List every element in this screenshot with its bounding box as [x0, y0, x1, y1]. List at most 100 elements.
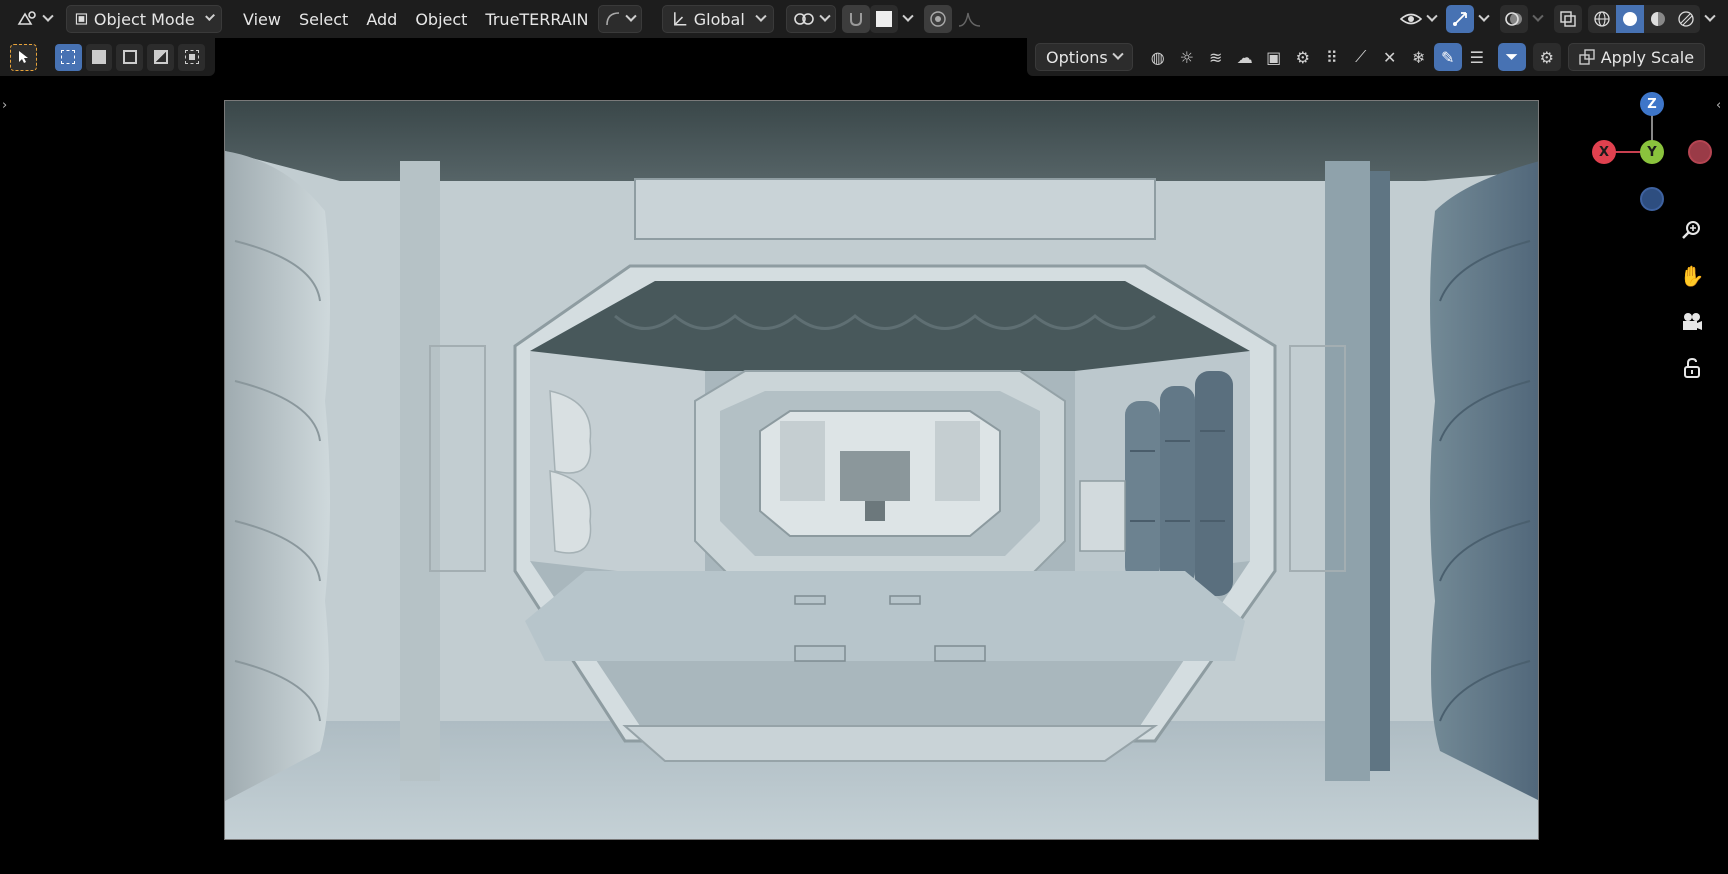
zoom-icon[interactable]: [1674, 212, 1710, 248]
chevron-down-icon: [1478, 10, 1490, 22]
menu-add[interactable]: Add: [357, 5, 406, 33]
settings-gear-icon[interactable]: ⚙: [1532, 43, 1561, 71]
gizmo-toggle[interactable]: [1446, 5, 1474, 33]
proportional-circle-icon: [929, 11, 946, 27]
chevron-down-icon: [1112, 48, 1124, 60]
active-tool-button[interactable]: [10, 43, 37, 71]
bone-icon[interactable]: ⟋: [1347, 43, 1375, 71]
editor-type-button[interactable]: [8, 5, 60, 33]
gizmo-z-axis[interactable]: Z: [1640, 92, 1664, 116]
snapping-pivot-button[interactable]: [785, 5, 836, 33]
shading-dropdown[interactable]: [1700, 5, 1720, 33]
apply-scale-button[interactable]: Apply Scale: [1567, 43, 1706, 71]
orientation-label: Global: [693, 9, 745, 29]
visibility-selector[interactable]: [1396, 5, 1440, 33]
mode-label: Object Mode: [93, 9, 195, 29]
mode-selector[interactable]: Object Mode: [66, 5, 222, 33]
box-select-icon: [61, 50, 76, 64]
proportional-falloff-button[interactable]: [952, 5, 988, 33]
orientation-axes-icon: [673, 12, 686, 26]
square-icon: [875, 11, 892, 27]
apply-scale-label: Apply Scale: [1600, 47, 1695, 67]
chevron-down-icon: [818, 10, 831, 22]
select-mode-extend[interactable]: [85, 43, 113, 71]
chevron-down-icon: [1426, 10, 1438, 22]
gizmo-dropdown[interactable]: [1474, 5, 1494, 33]
sun-icon[interactable]: ☼: [1173, 43, 1201, 71]
chevron-down-icon: [42, 10, 54, 22]
options-dropdown[interactable]: Options: [1035, 43, 1133, 71]
menu-select[interactable]: Select: [290, 5, 357, 33]
cursor-select-icon: [19, 51, 29, 63]
chevron-down-icon: [901, 10, 914, 22]
3d-viewport[interactable]: › ‹ Z Y X ✋: [0, 76, 1728, 874]
scale-icon: [1579, 49, 1595, 65]
tool-settings-left: [0, 38, 215, 76]
transform-orientation-selector[interactable]: Global: [661, 5, 774, 33]
lock-icon[interactable]: [1674, 350, 1710, 386]
gizmo-neg-z-axis[interactable]: [1640, 187, 1664, 211]
chevron-down-icon: [204, 11, 215, 22]
camera-icon[interactable]: ▣: [1260, 43, 1288, 71]
chevron-down-icon: [624, 10, 637, 22]
gizmo-icon: [1453, 12, 1467, 26]
overlays-dropdown[interactable]: [1528, 5, 1548, 33]
snowflake-icon[interactable]: ❄: [1405, 43, 1433, 71]
gear-icon[interactable]: ⚙: [1289, 43, 1317, 71]
corridor-scene-render: [225, 101, 1538, 839]
solid-sphere-icon: [1623, 12, 1637, 26]
camera-view[interactable]: [224, 100, 1539, 840]
toolbar-expand-arrow[interactable]: ›: [2, 98, 7, 113]
eye-icon: [1400, 13, 1422, 25]
cloud-icon[interactable]: ☁: [1231, 43, 1259, 71]
hand-pan-icon[interactable]: ✋: [1674, 258, 1710, 294]
chevron-down-icon: [1532, 10, 1544, 22]
link-icon: [793, 13, 814, 25]
intersect-select-icon: [184, 50, 199, 64]
wrench-icon[interactable]: ✎: [1433, 43, 1462, 71]
overlays-toggle[interactable]: [1500, 5, 1528, 33]
select-mode-intersect[interactable]: [178, 43, 206, 71]
proportional-editing-toggle[interactable]: [923, 5, 952, 33]
rendered-sphere-icon: [1678, 11, 1694, 27]
gizmo-y-axis[interactable]: Y: [1640, 140, 1664, 164]
shading-material[interactable]: [1644, 5, 1672, 33]
pivot-icon: [605, 12, 619, 26]
shading-rendered[interactable]: [1672, 5, 1700, 33]
select-mode-subtract[interactable]: [116, 43, 144, 71]
overlays-icon: [1505, 12, 1522, 26]
viewport-header: Object Mode View Select Add Object TrueT…: [0, 0, 1728, 38]
sidebar-expand-arrow[interactable]: ‹: [1716, 98, 1721, 113]
snap-target-button[interactable]: [869, 5, 898, 33]
options-label: Options: [1046, 47, 1108, 67]
transform-pivot-button[interactable]: [597, 5, 642, 33]
filter-icon[interactable]: ⏷: [1497, 43, 1526, 71]
select-mode-invert[interactable]: [147, 43, 175, 71]
armature-icon[interactable]: ✕: [1376, 43, 1404, 71]
chevron-down-icon: [1704, 10, 1716, 22]
force-field-icon[interactable]: ≋: [1202, 43, 1230, 71]
object-mode-icon: [75, 13, 88, 25]
menu-view[interactable]: View: [234, 5, 290, 33]
gizmo-x-axis[interactable]: X: [1592, 140, 1616, 164]
shading-solid[interactable]: [1616, 5, 1644, 33]
dots-grid-icon[interactable]: ⠿: [1318, 43, 1346, 71]
camera-view-icon[interactable]: [1674, 304, 1710, 340]
list-icon[interactable]: ☰: [1463, 43, 1491, 71]
snap-toggle[interactable]: [841, 5, 870, 33]
shading-wireframe[interactable]: [1588, 5, 1616, 33]
falloff-curve-icon: [958, 12, 980, 27]
xray-toggle[interactable]: [1554, 5, 1582, 33]
select-mode-set[interactable]: [54, 43, 82, 71]
subtract-select-icon: [122, 50, 137, 64]
material-sphere-icon: [1651, 12, 1665, 26]
tool-settings-right: Options ◍ ☼ ≋ ☁ ▣ ⚙ ⠿ ⟋ ✕ ❄ ✎ ☰ ⏷ ⚙ Appl…: [1027, 38, 1728, 76]
menu-object[interactable]: Object: [406, 5, 476, 33]
globe-icon[interactable]: ◍: [1144, 43, 1172, 71]
gizmo-neg-x-axis[interactable]: [1688, 140, 1712, 164]
xray-icon: [1560, 11, 1576, 27]
extend-select-icon: [92, 50, 107, 64]
invert-select-icon: [153, 50, 168, 64]
menu-trueterrain[interactable]: TrueTERRAIN: [476, 5, 597, 33]
magnet-icon: [849, 13, 862, 27]
